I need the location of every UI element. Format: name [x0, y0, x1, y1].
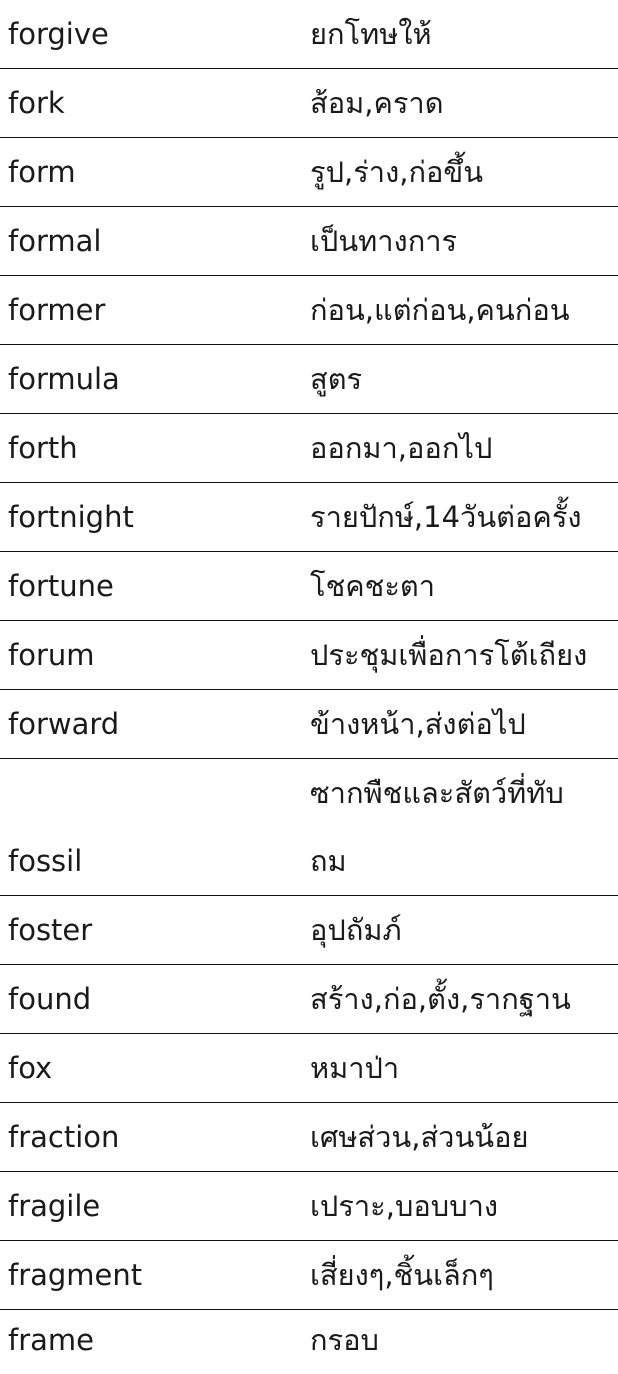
thai-translation: ก่อน,แต่ก่อน,คนก่อน	[308, 275, 618, 345]
english-word: fortune	[0, 551, 308, 621]
english-word: frame	[8, 1323, 94, 1357]
thai-translation: ออกมา,ออกไป	[308, 413, 618, 483]
thai-translation: รูป,ร่าง,ก่อขึ้น	[308, 137, 618, 207]
thai-translation: ส้อม,คราด	[308, 68, 618, 138]
english-word: found	[0, 964, 308, 1034]
thai-translation: เศษส่วน,ส่วนน้อย	[308, 1102, 618, 1172]
thai-translation: เปราะ,บอบบาง	[308, 1171, 618, 1241]
english-word: fossil	[0, 758, 308, 896]
table-row: forum ประชุมเพื่อการโต้เถียง	[0, 620, 618, 690]
thai-translation: โชคชะตา	[308, 551, 618, 621]
english-word: forgive	[0, 0, 308, 69]
thai-translation: หมาป่า	[308, 1033, 618, 1103]
table-row: fox หมาป่า	[0, 1033, 618, 1103]
table-row: forward ข้างหน้า,ส่งต่อไป	[0, 689, 618, 759]
thai-translation: ข้างหน้า,ส่งต่อไป	[308, 689, 618, 759]
english-word: fork	[0, 68, 308, 138]
table-row: formal เป็นทางการ	[0, 206, 618, 276]
table-row: formula สูตร	[0, 344, 618, 414]
vocabulary-table: forgive ยกโทษให้ fork ส้อม,คราด form รูป…	[0, 0, 618, 1374]
table-row: frame กรอบ	[0, 1310, 618, 1374]
thai-translation: เป็นทางการ	[308, 206, 618, 276]
table-row: fortune โชคชะตา	[0, 551, 618, 621]
thai-translation: สร้าง,ก่อ,ตั้ง,รากฐาน	[308, 964, 618, 1034]
thai-translation: กรอบ	[310, 1323, 379, 1357]
english-word: formula	[0, 344, 308, 414]
table-row: fragment เสี่ยงๆ,ชิ้นเล็กๆ	[0, 1240, 618, 1310]
thai-translation-line: ซากพืชและสัตว์ที่ทับ	[310, 776, 564, 810]
thai-translation: อุปถัมภ์	[308, 895, 618, 965]
english-word: fraction	[0, 1102, 308, 1172]
english-word: forward	[0, 689, 308, 759]
english-word: form	[0, 137, 308, 207]
thai-translation-line: ถม	[310, 844, 347, 878]
table-row: fork ส้อม,คราด	[0, 68, 618, 138]
thai-translation: สูตร	[308, 344, 618, 414]
thai-translation: ซากพืชและสัตว์ที่ทับ ถม	[308, 758, 618, 896]
table-row: fragile เปราะ,บอบบาง	[0, 1171, 618, 1241]
english-word: foster	[0, 895, 308, 965]
table-row: fortnight รายปักษ์,14วันต่อครั้ง	[0, 482, 618, 552]
english-word: forum	[0, 620, 308, 690]
english-word: fox	[0, 1033, 308, 1103]
thai-translation: เสี่ยงๆ,ชิ้นเล็กๆ	[308, 1240, 618, 1310]
english-word: former	[0, 275, 308, 345]
english-word: fragile	[0, 1171, 308, 1241]
table-row: forgive ยกโทษให้	[0, 0, 618, 69]
table-row: found สร้าง,ก่อ,ตั้ง,รากฐาน	[0, 964, 618, 1034]
english-word: forth	[0, 413, 308, 483]
thai-translation: รายปักษ์,14วันต่อครั้ง	[308, 482, 618, 552]
thai-translation: ประชุมเพื่อการโต้เถียง	[308, 620, 618, 690]
english-word: formal	[0, 206, 308, 276]
table-row: forth ออกมา,ออกไป	[0, 413, 618, 483]
table-row: fraction เศษส่วน,ส่วนน้อย	[0, 1102, 618, 1172]
table-row: form รูป,ร่าง,ก่อขึ้น	[0, 137, 618, 207]
table-row: foster อุปถัมภ์	[0, 895, 618, 965]
english-word: fragment	[0, 1240, 308, 1310]
table-row: fossil ซากพืชและสัตว์ที่ทับ ถม	[0, 758, 618, 896]
english-word: fortnight	[0, 482, 308, 552]
thai-translation: ยกโทษให้	[308, 0, 618, 69]
table-row: former ก่อน,แต่ก่อน,คนก่อน	[0, 275, 618, 345]
